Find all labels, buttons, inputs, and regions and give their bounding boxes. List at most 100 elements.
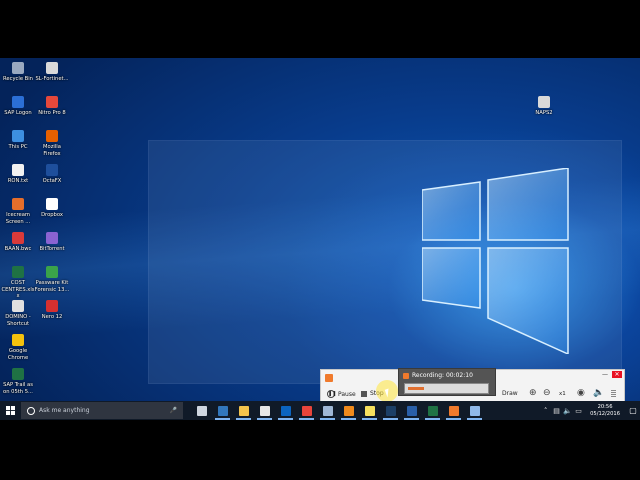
desktop-icon[interactable]: BAAN.bwc — [0, 232, 36, 253]
desktop-icon-label: BitTorrent — [39, 246, 65, 252]
desktop-icon[interactable]: COST CENTRES.xlsx — [0, 266, 36, 300]
stop-icon — [361, 390, 367, 397]
pause-button[interactable]: ❚❚ Pause — [327, 390, 356, 398]
desktop-icon[interactable]: Mozilla Firefox — [34, 130, 70, 157]
taskbar-app-excel[interactable] — [422, 401, 443, 420]
taskbar-app-vlc[interactable] — [338, 401, 359, 420]
taskbar-app-sticky-notes[interactable] — [359, 401, 380, 420]
baan-icon — [12, 232, 24, 244]
taskbar-app-octafx[interactable] — [401, 401, 422, 420]
taskbar-app-photoshop[interactable] — [380, 401, 401, 420]
windows-logo-icon — [422, 168, 569, 354]
desktop-icon[interactable]: Dropbox — [34, 198, 70, 219]
taskbar-app-chrome[interactable] — [296, 401, 317, 420]
desktop-icon[interactable]: This PC — [0, 130, 36, 151]
recorder-small-icon — [403, 372, 409, 379]
desktop-icon-label: DOMINO - Shortcut — [5, 314, 31, 327]
icecream-icon — [12, 198, 24, 210]
action-center-icon[interactable]: ▢ — [626, 406, 640, 415]
bittorrent-icon — [46, 232, 58, 244]
taskbar-app-store[interactable] — [254, 401, 275, 420]
passware-icon — [46, 266, 58, 278]
desktop-icon[interactable]: Nitro Pro 8 — [34, 96, 70, 117]
desktop-icon-label: COST CENTRES.xlsx — [1, 280, 35, 299]
domino-icon — [12, 300, 24, 312]
start-button[interactable] — [0, 401, 20, 420]
desktop-icon-label: OctaFX — [42, 178, 62, 184]
desktop-icon[interactable]: OctaFX — [34, 164, 70, 185]
desktop-icon-label: Passware Kit Forensic 13... — [34, 280, 70, 293]
taskbar-app-task-view[interactable] — [191, 401, 212, 420]
pause-icon: ❚❚ — [327, 390, 337, 398]
edge-icon — [217, 405, 228, 416]
desktop-icon[interactable]: SAP Logon — [0, 96, 36, 117]
clock-date: 05/12/2016 — [590, 410, 620, 417]
close-icon[interactable]: ✕ — [612, 371, 622, 378]
outlook-icon — [280, 405, 291, 416]
desktop-icon-label: SAP Logon — [4, 110, 32, 116]
microphone-icon[interactable]: 🎤 — [170, 407, 177, 414]
desktop-icon-label: Dropbox — [41, 212, 63, 218]
nero-icon — [46, 300, 58, 312]
zoom-in-icon[interactable]: ⊕ — [529, 388, 537, 398]
file-explorer-icon — [238, 405, 249, 416]
this-pc-icon — [12, 130, 24, 142]
zoom-out-icon[interactable]: ⊖ — [543, 388, 551, 398]
excel-file-icon — [12, 266, 24, 278]
desktop-icon-label: NAPS2 — [535, 110, 553, 116]
desktop-icon-label: Google Chrome — [7, 348, 29, 361]
snipping-tool-icon — [469, 405, 480, 416]
recording-status-popup: Recording: 00:02:10 — [398, 368, 496, 396]
taskbar-app-snipping-tool[interactable] — [464, 401, 485, 420]
desktop-icon[interactable]: SAP Trail as on 05th 5... — [0, 368, 36, 395]
desktop-icon[interactable]: DOMINO - Shortcut — [0, 300, 36, 327]
fortinet-icon — [46, 62, 58, 74]
taskbar-app-icecream-recorder[interactable] — [443, 401, 464, 420]
sap-trail-icon — [12, 368, 24, 380]
recycle-bin-icon — [12, 62, 24, 74]
desktop-icon[interactable]: Recycle Bin — [0, 62, 36, 83]
desktop-icon-label: SL-Fortinet... — [35, 76, 69, 82]
taskbar-app-edge[interactable] — [212, 401, 233, 420]
desktop-icon[interactable]: Google Chrome — [0, 334, 36, 361]
zoom-level: x1 — [559, 391, 566, 397]
dropbox-icon — [46, 198, 58, 210]
taskbar: Ask me anything 🎤 ˄ ▤ 🔈 ▭ 20:56 05/12/20… — [0, 401, 640, 420]
recorder-app-icon — [325, 374, 333, 382]
speaker-icon[interactable]: 🔈 — [593, 388, 604, 398]
cursor-highlight — [376, 380, 398, 402]
desktop-icon[interactable]: RON.txt — [0, 164, 36, 185]
desktop-icon-label: SAP Trail as on 05th 5... — [3, 382, 33, 395]
chrome-icon — [301, 405, 312, 416]
firefox-icon — [46, 130, 58, 142]
taskbar-app-file-explorer[interactable] — [233, 401, 254, 420]
network-icon[interactable]: ▤ — [551, 407, 562, 415]
sticky-notes-icon — [364, 405, 375, 416]
desktop-icon-label: This PC — [8, 144, 28, 150]
desktop-icon[interactable]: SL-Fortinet... — [34, 62, 70, 83]
taskbar-app-file-manager[interactable] — [317, 401, 338, 420]
battery-icon[interactable]: ▭ — [573, 407, 584, 415]
system-tray: ˄ ▤ 🔈 ▭ 20:56 05/12/2016 ▢ — [540, 401, 640, 420]
desktop-icon-label: Icecream Screen ... — [5, 212, 31, 225]
desktop-icon-label: RON.txt — [7, 178, 29, 184]
taskbar-app-list — [191, 401, 485, 420]
desktop-icon[interactable]: Icecream Screen ... — [0, 198, 36, 225]
desktop-icon[interactable]: NAPS2 — [526, 96, 562, 117]
webcam-icon[interactable]: ◉ — [577, 388, 585, 398]
taskbar-clock[interactable]: 20:56 05/12/2016 — [584, 404, 626, 417]
desktop-icon[interactable]: BitTorrent — [34, 232, 70, 253]
mouse-pointer-icon — [384, 388, 392, 398]
desktop-icon[interactable]: Passware Kit Forensic 13... — [34, 266, 70, 293]
minimize-icon[interactable]: — — [602, 371, 608, 378]
recording-status-header: Recording: 00:02:10 — [403, 372, 473, 379]
desktop-icon[interactable]: Nero 12 — [34, 300, 70, 321]
cortana-icon — [27, 406, 35, 415]
volume-icon[interactable]: 🔈 — [562, 407, 573, 415]
recording-timer: Recording: 00:02:10 — [412, 372, 473, 379]
tray-overflow-icon[interactable]: ˄ — [540, 407, 551, 415]
store-icon — [259, 405, 270, 416]
cortana-search-box[interactable]: Ask me anything 🎤 — [21, 402, 183, 419]
taskbar-app-outlook[interactable] — [275, 401, 296, 420]
draw-button[interactable]: Draw — [502, 390, 518, 397]
